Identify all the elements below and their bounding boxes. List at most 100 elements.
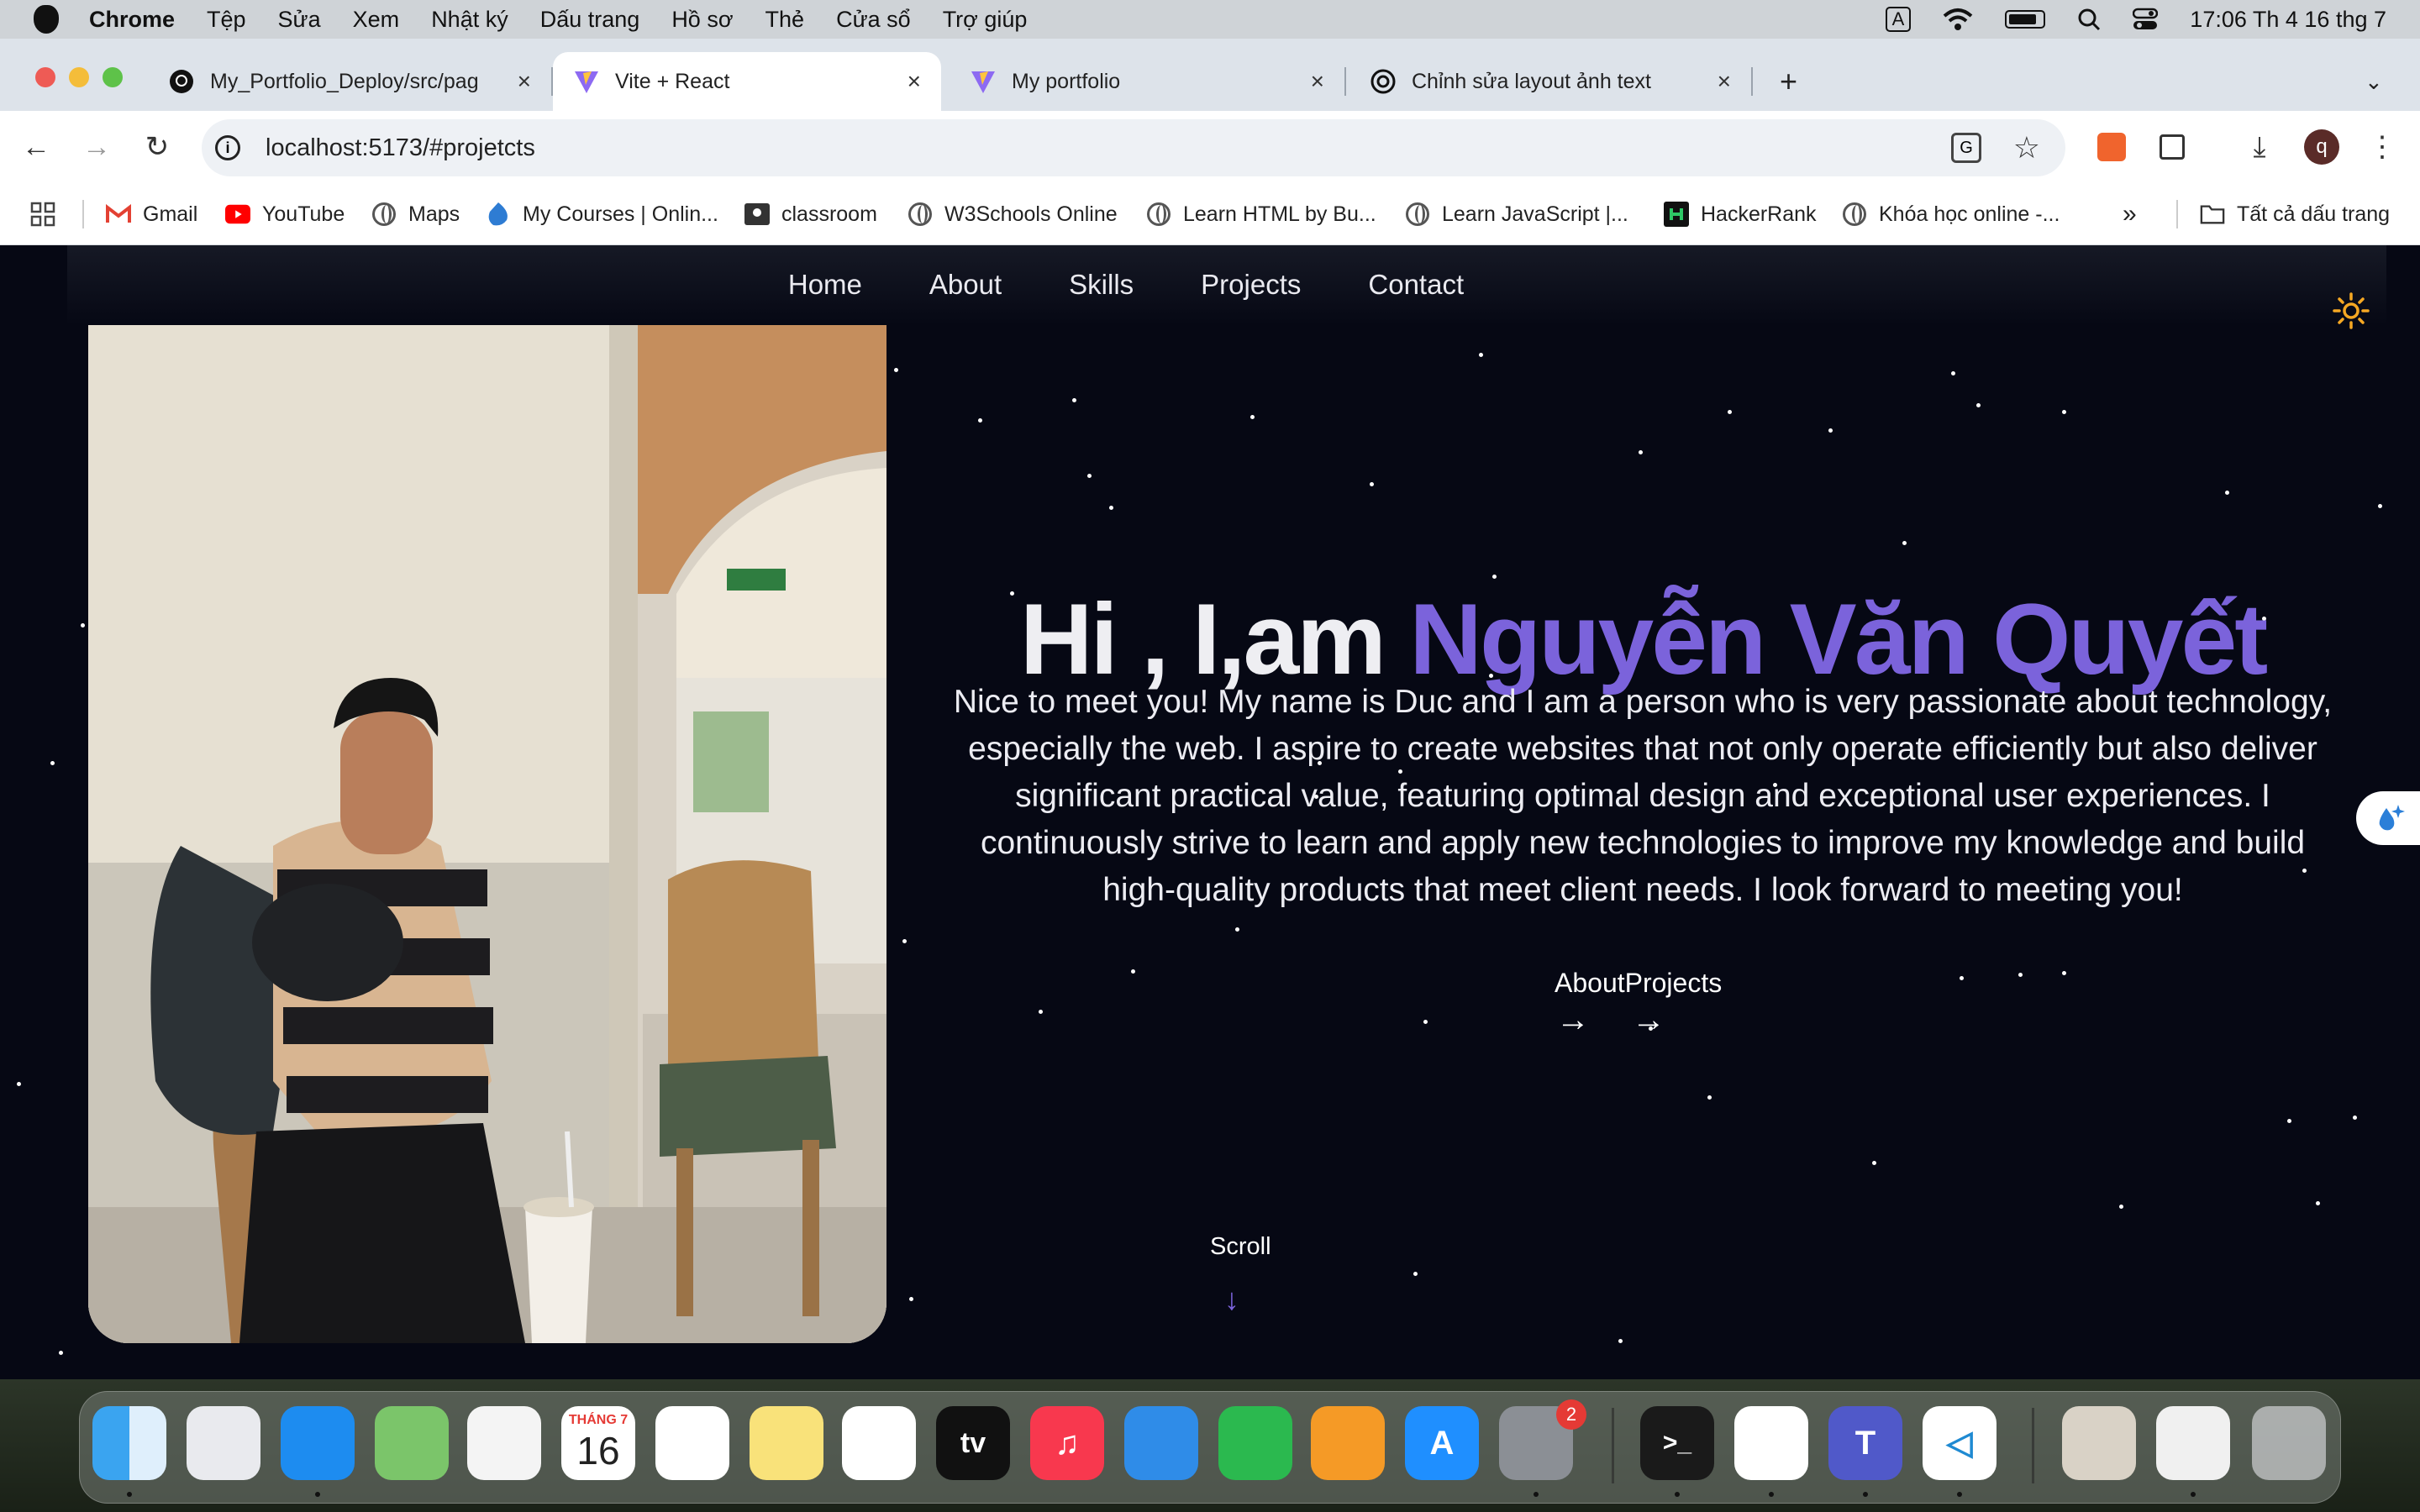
back-arrow-icon[interactable]: ← [17, 128, 55, 166]
safari-app-icon[interactable] [281, 1406, 355, 1480]
window-zoom-button[interactable] [103, 67, 123, 87]
music-app-icon[interactable]: ♫ [1030, 1406, 1104, 1480]
apple-menu-icon[interactable] [34, 5, 59, 34]
youtube-icon [225, 202, 250, 227]
input-source-indicator[interactable]: A [1885, 7, 1912, 32]
downloads-icon[interactable]: ⤓ [2240, 128, 2279, 166]
floating-droplet-button[interactable] [2356, 791, 2420, 845]
star [1423, 1020, 1428, 1024]
menu-file[interactable]: Tệp [207, 7, 246, 33]
launchpad-app-icon[interactable] [187, 1406, 260, 1480]
star [1413, 1272, 1418, 1276]
nav-skills[interactable]: Skills [1069, 269, 1134, 301]
teams-app-icon[interactable]: T [1828, 1406, 1902, 1480]
bookmark-w3schools[interactable]: W3Schools Online [908, 183, 1118, 245]
scroll-indicator-label[interactable]: Scroll [1210, 1233, 1271, 1261]
star [2018, 973, 2023, 977]
tab-search-chevron-icon[interactable]: ⌄ [2344, 52, 2395, 111]
freeform-app-icon[interactable] [842, 1406, 916, 1480]
chrome-app-icon[interactable] [1734, 1406, 1808, 1480]
menu-window[interactable]: Cửa sổ [836, 7, 911, 33]
window-close-button[interactable] [35, 67, 55, 87]
wifi-icon[interactable] [1943, 8, 1973, 31]
nav-home[interactable]: Home [788, 269, 862, 301]
browser-tab-github[interactable]: My_Portfolio_Deploy/src/pag × [148, 52, 553, 111]
bookmark-youtube[interactable]: YouTube [225, 183, 345, 245]
tv-app-icon[interactable]: tv [936, 1406, 1010, 1480]
extensions-puzzle-icon[interactable] [2153, 128, 2191, 166]
browser-tab-my-portfolio[interactable]: My portfolio × [950, 52, 1346, 111]
bookmark-hackerrank[interactable]: HackerRank [1664, 183, 1817, 245]
calendar-app-icon[interactable]: THÁNG 7 16 [561, 1406, 635, 1480]
bookmark-maps[interactable]: Maps [371, 183, 460, 245]
bookmark-star-icon[interactable]: ☆ [2013, 130, 2040, 165]
browser-tab-chatgpt[interactable]: Chỉnh sửa layout ảnh text × [1349, 52, 1753, 111]
nav-projects[interactable]: Projects [1201, 269, 1301, 301]
menu-edit[interactable]: Sửa [278, 7, 321, 33]
star [2378, 504, 2382, 508]
maps-app-icon[interactable] [375, 1406, 449, 1480]
menu-bookmarks[interactable]: Dấu trang [540, 7, 640, 33]
preview-app-icon[interactable] [2062, 1406, 2136, 1480]
hero-link-projects[interactable]: Projects [1625, 968, 1723, 998]
browser-menu-icon[interactable]: ⋮ [2363, 128, 2402, 166]
app-store-app-icon[interactable]: A [1405, 1406, 1479, 1480]
tab-close-icon[interactable]: × [1311, 68, 1324, 95]
menu-view[interactable]: Xem [353, 7, 400, 33]
all-bookmarks-folder[interactable]: Tất cả dấu trang [2200, 183, 2390, 245]
bookmark-learn-html[interactable]: Learn HTML by Bu... [1146, 183, 1376, 245]
terminal-app-icon[interactable]: >_ [1640, 1406, 1714, 1480]
bookmark-my-courses[interactable]: My Courses | Onlin... [486, 183, 718, 245]
address-url[interactable]: localhost:5173/#projetcts [266, 134, 535, 162]
new-tab-button[interactable]: + [1760, 52, 1810, 111]
menu-help[interactable]: Trợ giúp [943, 7, 1028, 33]
theme-toggle-sun-icon[interactable] [2333, 292, 2370, 329]
hero-link-about[interactable]: About [1555, 968, 1625, 998]
menu-history[interactable]: Nhật ký [431, 7, 508, 33]
menu-bar-clock[interactable]: 17:06 Th 4 16 thg 7 [2190, 7, 2386, 33]
nav-contact[interactable]: Contact [1368, 269, 1464, 301]
menu-profiles[interactable]: Hồ sơ [671, 7, 733, 33]
running-indicator [1957, 1492, 1962, 1497]
reload-icon[interactable]: ↻ [138, 128, 176, 166]
bookmarks-overflow-chevron-icon[interactable]: » [2123, 183, 2137, 245]
tab-close-icon[interactable]: × [908, 68, 921, 95]
right-arrow-icon[interactable]: → [1632, 1001, 1707, 1038]
profile-photo [88, 325, 886, 1343]
bookmark-gmail[interactable]: Gmail [106, 183, 197, 245]
window-minimize-button[interactable] [69, 67, 89, 87]
translate-icon[interactable]: G [1951, 133, 1981, 163]
apps-grid-icon[interactable] [30, 183, 55, 245]
bookmark-learn-javascript[interactable]: Learn JavaScript |... [1405, 183, 1628, 245]
star [1872, 1161, 1876, 1165]
forward-arrow-icon[interactable]: → [77, 128, 116, 166]
tab-close-icon[interactable]: × [1718, 68, 1731, 95]
nav-about[interactable]: About [929, 269, 1002, 301]
extension-icon[interactable] [2092, 128, 2131, 166]
numbers-app-icon[interactable] [1218, 1406, 1292, 1480]
battery-icon[interactable] [2005, 10, 2046, 29]
photos-app-icon[interactable] [467, 1406, 541, 1480]
reminders-app-icon[interactable] [655, 1406, 729, 1480]
star [1479, 353, 1483, 357]
vscode-app-icon[interactable]: ◁ [1923, 1406, 1996, 1480]
site-info-icon[interactable]: i [215, 135, 240, 160]
keynote-app-icon[interactable] [1124, 1406, 1198, 1480]
trash-app-icon[interactable] [2252, 1406, 2326, 1480]
right-arrow-icon[interactable]: → [1556, 1001, 1632, 1038]
spotlight-search-icon[interactable] [2077, 8, 2101, 31]
notes-app-icon[interactable] [750, 1406, 823, 1480]
control-center-icon[interactable] [2133, 8, 2159, 31]
scroll-down-arrow-icon[interactable]: ↓ [1224, 1282, 1239, 1317]
chrome-window-app-icon[interactable] [2156, 1406, 2230, 1480]
tab-close-icon[interactable]: × [518, 68, 531, 95]
browser-tab-vite-react[interactable]: Vite + React × [553, 52, 941, 111]
finder-app-icon[interactable] [92, 1406, 166, 1480]
address-bar[interactable]: i localhost:5173/#projetcts G ☆ [202, 119, 2065, 176]
menu-tab[interactable]: Thẻ [765, 7, 805, 33]
menu-app-name[interactable]: Chrome [89, 7, 175, 33]
profile-avatar[interactable]: q [2302, 128, 2341, 166]
bookmark-khoa-hoc-online[interactable]: Khóa học online -... [1842, 183, 2060, 245]
bookmark-classroom[interactable]: classroom [744, 183, 877, 245]
pages-app-icon[interactable] [1311, 1406, 1385, 1480]
